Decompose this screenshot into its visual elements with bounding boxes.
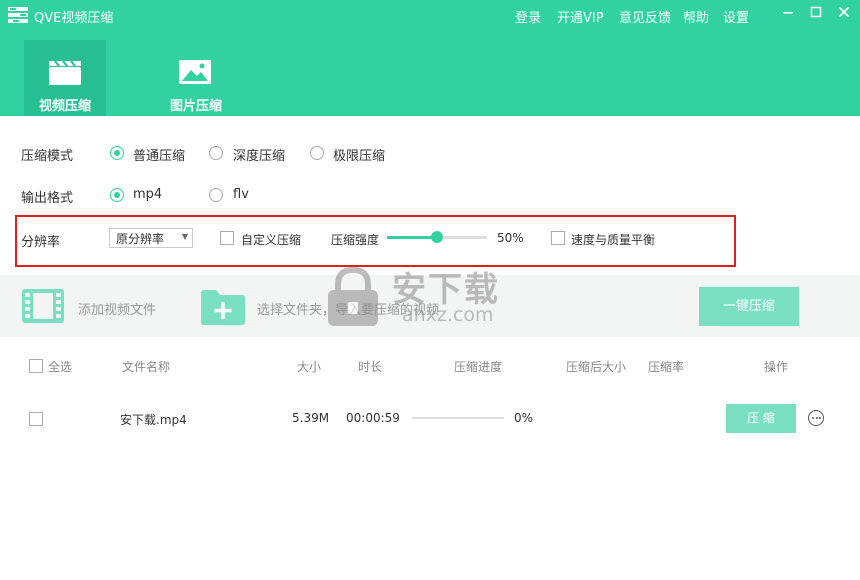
app-title: QVE视频压缩 xyxy=(34,11,114,26)
film-icon[interactable] xyxy=(21,288,65,324)
image-icon xyxy=(179,60,211,84)
maximize-button[interactable] xyxy=(806,5,826,25)
resolution-value: 原分辨率 xyxy=(116,232,165,246)
folder-add-icon[interactable] xyxy=(200,288,246,326)
app-logo-icon xyxy=(8,7,28,23)
row-progress-bar xyxy=(412,417,504,419)
more-dot-icon xyxy=(815,417,818,419)
tab-image-compress[interactable]: 图片压缩 xyxy=(141,40,251,116)
mode-normal-radio[interactable] xyxy=(110,146,124,160)
header-size: 大小 xyxy=(297,360,322,374)
login-link[interactable]: 登录 xyxy=(515,7,541,26)
header-ratio: 压缩率 xyxy=(648,360,685,374)
row-progress-text: 0% xyxy=(514,411,534,425)
format-flv-radio[interactable] xyxy=(209,188,223,202)
row-compress-button[interactable]: 压 缩 xyxy=(726,404,796,433)
mode-deep-radio[interactable] xyxy=(209,146,223,160)
feedback-link[interactable]: 意见反馈 xyxy=(619,7,671,26)
compress-strength-value: 50% xyxy=(497,231,524,245)
title-bar: QVE视频压缩 登录 开通VIP 意见反馈 帮助 设置 xyxy=(0,0,860,30)
format-flv-label: flv xyxy=(233,187,249,202)
vip-link[interactable]: 开通VIP xyxy=(557,7,604,26)
compress-strength-slider[interactable] xyxy=(387,231,487,243)
close-button[interactable] xyxy=(834,5,854,25)
one-key-compress-button[interactable]: 一键压缩 xyxy=(699,287,799,326)
mode-deep-label: 深度压缩 xyxy=(233,149,286,164)
chevron-down-icon: ▼ xyxy=(181,232,188,241)
resolution-label: 分辨率 xyxy=(21,235,61,250)
maximize-icon xyxy=(810,6,822,18)
compress-mode-label: 压缩模式 xyxy=(21,149,74,164)
tab-video-label: 视频压缩 xyxy=(38,99,91,114)
mode-normal-label: 普通压缩 xyxy=(133,149,186,164)
header-file-name: 文件名称 xyxy=(122,360,171,374)
row-duration: 00:00:59 xyxy=(346,411,400,425)
select-all-label: 全选 xyxy=(48,360,73,374)
slider-handle[interactable] xyxy=(431,231,443,243)
balance-label: 速度与质量平衡 xyxy=(571,233,656,247)
format-mp4-radio[interactable] xyxy=(110,188,124,202)
more-options-button[interactable] xyxy=(808,410,824,426)
custom-compress-checkbox[interactable] xyxy=(220,231,234,245)
tab-video-compress[interactable]: 视频压缩 xyxy=(24,40,106,116)
header-after-size: 压缩后大小 xyxy=(566,360,627,374)
row-checkbox[interactable] xyxy=(29,412,43,426)
output-format-label: 输出格式 xyxy=(21,191,74,206)
header-progress: 压缩进度 xyxy=(454,360,503,374)
help-link[interactable]: 帮助 xyxy=(683,7,709,26)
header: QVE视频压缩 登录 开通VIP 意见反馈 帮助 设置 视频压缩 图片压缩 xyxy=(0,0,860,116)
header-operation: 操作 xyxy=(764,360,789,374)
resolution-select[interactable]: 原分辨率 ▼ xyxy=(109,228,193,248)
more-dot-icon xyxy=(812,417,814,419)
settings-link[interactable]: 设置 xyxy=(723,7,749,26)
minimize-button[interactable] xyxy=(778,5,798,25)
more-dot-icon xyxy=(819,417,821,419)
mode-extreme-label: 极限压缩 xyxy=(333,149,386,164)
tab-image-label: 图片压缩 xyxy=(169,99,222,114)
mode-extreme-radio[interactable] xyxy=(310,146,324,160)
compress-strength-label: 压缩强度 xyxy=(331,233,380,247)
header-duration: 时长 xyxy=(358,360,383,374)
custom-compress-label: 自定义压缩 xyxy=(241,233,302,247)
row-size: 5.39M xyxy=(292,411,330,425)
select-all-checkbox[interactable] xyxy=(29,359,43,373)
add-video-link[interactable]: 添加视频文件 xyxy=(78,299,156,318)
format-mp4-label: mp4 xyxy=(133,187,163,202)
clapperboard-icon xyxy=(49,60,81,85)
row-file-name: 安下载.mp4 xyxy=(120,413,187,427)
close-icon xyxy=(838,6,850,18)
minimize-icon xyxy=(783,12,793,14)
balance-checkbox[interactable] xyxy=(551,231,565,245)
slider-fill xyxy=(387,236,437,239)
select-folder-link[interactable]: 选择文件夹，导入要压缩的视频 xyxy=(257,299,439,318)
